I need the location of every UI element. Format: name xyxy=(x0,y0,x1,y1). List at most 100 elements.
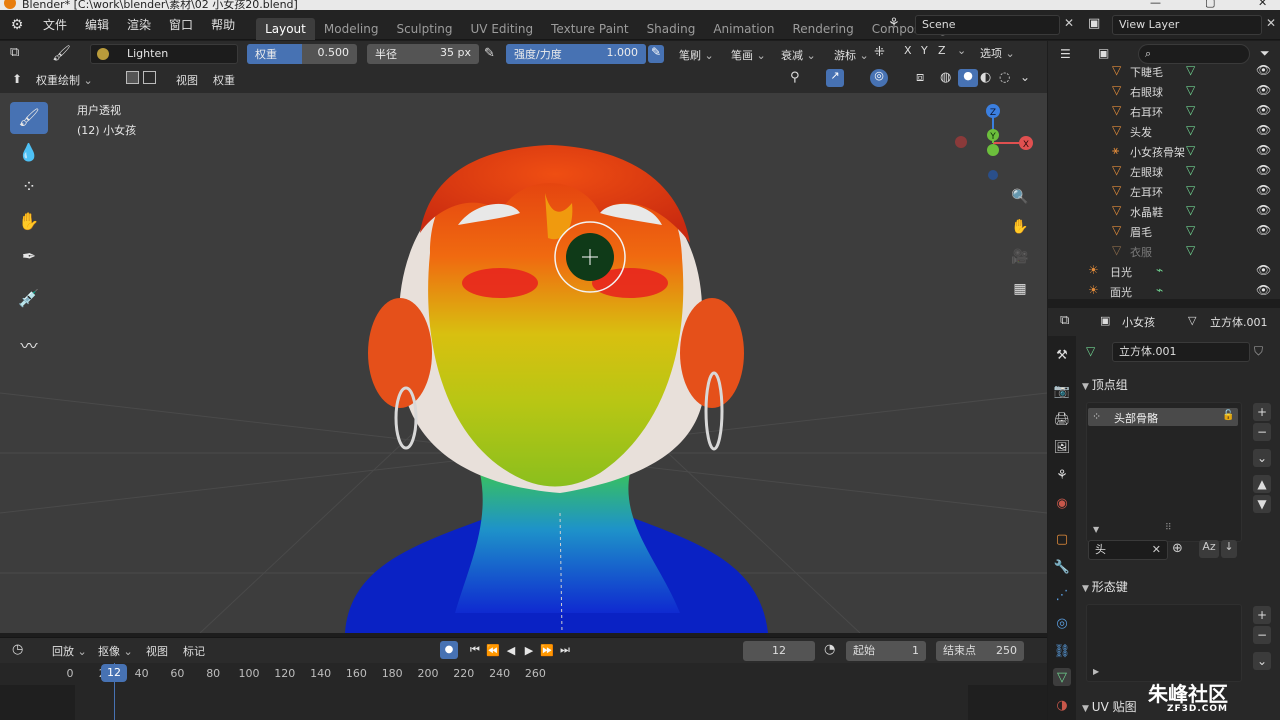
weight-slider[interactable]: 权重 0.500 xyxy=(247,44,357,64)
outliner-item[interactable]: ▽ 下睫毛 ▽ 👁 xyxy=(1048,61,1280,81)
tab-uv-editing[interactable]: UV Editing xyxy=(462,18,543,40)
menu-weights[interactable]: 权重 xyxy=(213,72,235,88)
shading-options-icon[interactable]: ⌄ xyxy=(1020,70,1030,84)
material-tab-icon[interactable]: ◑ xyxy=(1053,696,1071,714)
tab-sculpting[interactable]: Sculpting xyxy=(387,18,461,40)
sample-weight-tool-button[interactable]: ✒ xyxy=(10,241,48,273)
shape-keys-header[interactable]: ▼ 形态键 xyxy=(1082,578,1128,595)
move-up-button[interactable]: ▲ xyxy=(1253,475,1271,493)
scene-selector[interactable]: Scene xyxy=(915,15,1060,35)
constraints-tab-icon[interactable]: ⛓ xyxy=(1053,642,1071,660)
menu-help[interactable]: 帮助 xyxy=(202,16,244,33)
editor-type-icon[interactable]: ◷ xyxy=(12,642,23,657)
radius-pressure-icon[interactable]: ✎ xyxy=(484,46,495,61)
remove-vertex-group-button[interactable]: − xyxy=(1253,423,1271,441)
world-tab-icon[interactable]: ◉ xyxy=(1053,494,1071,512)
options-dropdown[interactable]: 选项 xyxy=(980,45,1015,61)
jump-start-icon[interactable]: ⏮ xyxy=(466,641,484,659)
visibility-eye-icon[interactable]: 👁 xyxy=(1256,163,1271,177)
particles-tab-icon[interactable]: ⋰ xyxy=(1053,586,1071,604)
tab-rendering[interactable]: Rendering xyxy=(784,18,863,40)
mesh-selector-icon[interactable]: ▽ xyxy=(1086,344,1095,358)
outliner-item[interactable]: ▽ 右眼球 ▽ 👁 xyxy=(1048,81,1280,101)
visibility-eye-icon[interactable]: 👁 xyxy=(1256,63,1271,77)
view-layer-tab-icon[interactable]: 🖼 xyxy=(1053,438,1071,456)
vertex-groups-list[interactable]: ⁘ 头部骨骼 🔓 ▼ ⠿ xyxy=(1086,402,1242,542)
outliner-item[interactable]: ▽ 右耳环 ▽ 👁 xyxy=(1048,101,1280,121)
overlays-toggle-icon[interactable]: ◎ xyxy=(870,69,888,87)
shape-key-specials-button[interactable]: ⌄ xyxy=(1253,652,1271,670)
sort-alpha-icon[interactable]: Az xyxy=(1199,540,1219,558)
tab-modeling[interactable]: Modeling xyxy=(315,18,388,40)
axis-y-toggle[interactable]: Y xyxy=(921,44,928,57)
wireframe-shading-icon[interactable]: ◍ xyxy=(940,70,951,85)
mesh-data-icon[interactable]: ▽ xyxy=(1186,103,1195,117)
render-tab-icon[interactable]: 📷 xyxy=(1053,382,1071,400)
close-scene-icon[interactable]: ✕ xyxy=(1064,16,1074,30)
outliner-item[interactable]: ▽ 衣服 ▽ xyxy=(1048,241,1280,261)
3d-viewport[interactable]: Z X Y 用户透视 (12) 小女孩 🖌 💧 ⁘ ✋ ✒ 💉 〰 🔍 ✋ 🎥 … xyxy=(0,93,1047,633)
smear-tool-button[interactable]: ✋ xyxy=(10,206,48,238)
shape-list-options-icon[interactable]: ▶ xyxy=(1093,667,1099,676)
brush-icon[interactable]: 🖌 xyxy=(52,44,71,62)
vertex-group-filter-input[interactable]: 头 ✕ xyxy=(1088,540,1168,560)
clear-filter-icon[interactable]: ✕ xyxy=(1152,541,1161,559)
add-vertex-group-button[interactable]: + xyxy=(1253,403,1271,421)
visibility-eye-icon[interactable]: 👁 xyxy=(1256,103,1271,117)
preview-range-icon[interactable]: ◔ xyxy=(824,642,835,657)
outliner-item[interactable]: ☀ 面光 ⌁ 👁 xyxy=(1048,281,1280,301)
list-resize-grip-icon[interactable]: ⠿ xyxy=(1165,523,1172,533)
add-shape-key-button[interactable]: + xyxy=(1253,606,1271,624)
strength-pressure-icon[interactable]: ✎ xyxy=(648,45,664,63)
prev-keyframe-icon[interactable]: ⏪ xyxy=(484,641,502,659)
jump-end-icon[interactable]: ⏭ xyxy=(556,641,574,659)
mesh-data-icon[interactable]: ▽ xyxy=(1186,63,1195,77)
sort-reverse-icon[interactable]: ↓ xyxy=(1221,540,1237,558)
solid-shading-icon[interactable]: ● xyxy=(958,69,978,87)
visibility-eye-icon[interactable]: 👁 xyxy=(1256,183,1271,197)
blend-mode-field[interactable]: Lighten xyxy=(90,44,238,64)
mask-icon[interactable] xyxy=(126,71,139,84)
outliner-item[interactable]: ▽ 头发 ▽ 👁 xyxy=(1048,121,1280,141)
menu-edit[interactable]: 编辑 xyxy=(76,16,118,33)
list-options-icon[interactable]: ▼ xyxy=(1093,525,1099,534)
light-data-icon[interactable]: ⌁ xyxy=(1156,283,1163,297)
data-tab-icon[interactable]: ▽ xyxy=(1053,668,1071,686)
physics-tab-icon[interactable]: ◎ xyxy=(1053,614,1071,632)
axis-dropdown[interactable] xyxy=(957,44,966,57)
menu-view[interactable]: 视图 xyxy=(176,72,198,88)
end-frame-field[interactable]: 结束点 250 xyxy=(936,641,1024,661)
scene-icon[interactable]: ⚘ xyxy=(888,16,900,31)
vertex-group-item[interactable]: ⁘ 头部骨骼 🔓 xyxy=(1088,408,1238,426)
visibility-eye-icon[interactable]: 👁 xyxy=(1256,203,1271,217)
falloff-dropdown[interactable]: 衰减 xyxy=(781,47,816,63)
visibility-eye-icon[interactable]: 👁 xyxy=(1256,143,1271,157)
minimize-icon[interactable]: — xyxy=(1150,0,1161,9)
play-reverse-icon[interactable]: ◀ xyxy=(502,641,520,659)
camera-icon[interactable]: 🎥 xyxy=(1006,243,1034,271)
mesh-data-icon[interactable]: ▽ xyxy=(1186,143,1195,157)
display-mode-icon[interactable]: ▣ xyxy=(1098,46,1109,60)
xray-icon[interactable]: ⧈ xyxy=(916,70,924,85)
invert-filter-icon[interactable]: ⊕ xyxy=(1172,541,1183,556)
menu-file[interactable]: 文件 xyxy=(34,16,76,33)
visibility-eye-icon[interactable]: 👁 xyxy=(1256,123,1271,137)
auto-key-record-icon[interactable]: ● xyxy=(440,641,458,659)
vertex-groups-header[interactable]: ▼ 顶点组 xyxy=(1082,376,1128,393)
playhead-frame-badge[interactable]: 12 xyxy=(101,664,127,682)
vertex-mask-icon[interactable] xyxy=(143,71,156,84)
mesh-data-name-field[interactable]: 立方体.001 xyxy=(1112,342,1250,362)
mode-dropdown[interactable]: 权重绘制 xyxy=(36,72,93,88)
menu-timeline-view[interactable]: 视图 xyxy=(146,643,168,659)
output-tab-icon[interactable]: 🖨 xyxy=(1053,410,1071,428)
axis-z-toggle[interactable]: Z xyxy=(938,44,946,57)
menu-marker[interactable]: 标记 xyxy=(183,643,205,659)
draw-tool-button[interactable]: 🖌 xyxy=(10,102,48,134)
strength-slider[interactable]: 强度/力度 1.000 xyxy=(506,44,646,64)
perspective-grid-icon[interactable]: ▦ xyxy=(1006,275,1034,303)
maximize-icon[interactable]: ▢ xyxy=(1205,0,1215,9)
mesh-data-icon[interactable]: ▽ xyxy=(1186,163,1195,177)
brush-dropdown[interactable]: 笔刷 xyxy=(679,47,714,63)
start-frame-field[interactable]: 起始 1 xyxy=(846,641,926,661)
play-icon[interactable]: ▶ xyxy=(520,641,538,659)
